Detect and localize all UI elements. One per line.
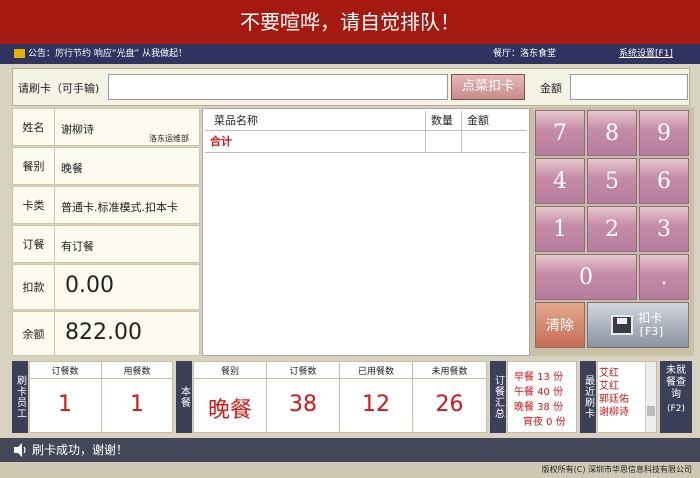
deduct-card-button[interactable]: 扣卡 [F3] (587, 302, 689, 348)
staff-order-head: 订餐数 (51, 367, 79, 377)
copyright-bar: 版权所有(C) 深圳市华思信息科技有限公司 (0, 462, 700, 478)
name-value: 谢柳诗 (61, 123, 94, 136)
unmeal-query-key: (F2) (667, 404, 685, 414)
info-cardtype-row: 卡类 普通卡.标准模式.扣本卡 (12, 186, 200, 224)
order-summary: 早餐 13 份 午餐 40 份 晚餐 38 份 宵夜 0 份 (507, 361, 577, 433)
cardtype-label: 卡类 (13, 187, 55, 223)
list-item: 谢柳诗 (599, 407, 629, 418)
order-deduct-button[interactable]: 点菜扣卡 (451, 74, 525, 100)
staff-order-value: 1 (58, 392, 72, 417)
key-4[interactable]: 4 (535, 158, 585, 204)
unmeal-query-button[interactable]: 未就餐查询 (F2) (660, 361, 692, 433)
amount-input[interactable] (570, 74, 688, 100)
info-name-row: 姓名 谢柳诗 洛东运维部 (12, 108, 200, 146)
key-dot[interactable]: . (639, 254, 689, 300)
amount-label: 金额 (540, 82, 562, 95)
staff-tag: 刷卡员工 (12, 361, 28, 433)
key-0[interactable]: 0 (535, 254, 637, 300)
status-bar: 刷卡成功，谢谢！ (0, 438, 700, 462)
key-2[interactable]: 2 (587, 206, 637, 252)
card-input[interactable] (108, 74, 448, 100)
balance-value: 822.00 (65, 320, 142, 345)
system-settings-link[interactable]: 系统设置[F1] (619, 44, 673, 64)
summary-tag: 订餐汇总 (490, 361, 506, 433)
deduct-card-key: [F3] (638, 325, 665, 338)
unmeal-query-label: 未就餐查询 (666, 365, 686, 400)
notice-bar: 公告：厉行节约 响应“光盘” 从我做起！ 餐厅：洛东食堂 系统设置[F1] (0, 44, 700, 64)
restaurant-label: 餐厅：洛东食堂 (493, 49, 557, 59)
key-6[interactable]: 6 (639, 158, 689, 204)
deduct-value: 0.00 (65, 273, 114, 298)
key-8[interactable]: 8 (587, 110, 637, 156)
balance-label: 余额 (13, 312, 55, 355)
cardtype-value: 普通卡.标准模式.扣本卡 (61, 201, 178, 214)
info-meal-row: 餐别 晚餐 (12, 147, 200, 185)
summary-line: 宵夜 0 份 (523, 417, 566, 428)
thismeal-unused-head: 未用餐数 (431, 367, 468, 377)
scroll-thumb[interactable] (647, 406, 655, 416)
info-balance-row: 余额 822.00 (12, 311, 200, 356)
key-7[interactable]: 7 (535, 110, 585, 156)
thismeal-used-head: 已用餐数 (357, 367, 394, 377)
table-total-row: 合计 (205, 131, 527, 153)
summary-line: 早餐 13 份 (514, 372, 564, 383)
clear-button[interactable]: 清除 (535, 302, 585, 348)
col-dish-name: 菜品名称 (214, 114, 258, 127)
notice-text: 公告：厉行节约 响应“光盘” 从我做起！ (28, 49, 188, 59)
recent-scrollbar[interactable] (645, 362, 656, 432)
meal-value: 晚餐 (61, 162, 83, 175)
thismeal-used-value: 12 (362, 392, 390, 417)
banner-title: 不要喧哗，请自觉排队！ (0, 0, 700, 44)
card-label: 请刷卡（可手输) (18, 82, 100, 95)
deduct-label: 扣款 (13, 265, 55, 309)
status-text: 刷卡成功，谢谢！ (32, 443, 129, 457)
thismeal-order-value: 38 (289, 392, 317, 417)
recent-tag: 最近刷卡 (580, 361, 596, 433)
folder-icon (14, 49, 25, 58)
order-label: 订餐 (13, 226, 55, 262)
info-order-row: 订餐 有订餐 (12, 225, 200, 263)
staff-stats: 订餐数 用餐数 1 1 (29, 361, 173, 433)
col-amount: 金额 (461, 111, 527, 131)
thismeal-unused-value: 26 (435, 392, 464, 417)
key-9[interactable]: 9 (639, 110, 689, 156)
staff-used-head: 用餐数 (123, 367, 151, 377)
meal-label: 餐别 (13, 148, 55, 184)
thismeal-tag: 本餐 (176, 361, 192, 433)
floppy-disk-icon (611, 315, 634, 335)
key-3[interactable]: 3 (639, 206, 689, 252)
thismeal-meal-head: 餐别 (220, 367, 239, 377)
recent-list[interactable]: 艾红 艾红 郭廷佑 谢柳诗 (597, 361, 657, 433)
thismeal-stats: 餐别 订餐数 已用餐数 未用餐数 晚餐 38 12 26 (193, 361, 487, 433)
staff-used-value: 1 (130, 392, 144, 417)
deduct-card-label: 扣卡 (638, 311, 663, 325)
thismeal-order-head: 订餐数 (289, 367, 317, 377)
key-1[interactable]: 1 (535, 206, 585, 252)
key-5[interactable]: 5 (587, 158, 637, 204)
dept-value: 洛东运维部 (149, 134, 189, 143)
items-table-header: 菜品名称 数量 金额 (205, 111, 527, 131)
keypad: 7 8 9 4 5 6 1 2 3 0 . 清除 扣卡 [F3] (530, 107, 694, 356)
thismeal-meal-value: 晚餐 (207, 398, 252, 423)
col-quantity: 数量 (425, 111, 462, 131)
name-label: 姓名 (13, 109, 55, 145)
order-value: 有订餐 (61, 240, 94, 253)
summary-line: 午餐 40 份 (514, 387, 564, 398)
info-deduct-row: 扣款 0.00 (12, 264, 200, 310)
speaker-icon (12, 442, 28, 458)
summary-line: 晚餐 38 份 (514, 402, 564, 413)
total-label: 合计 (210, 135, 232, 148)
copyright-text: 版权所有(C) 深圳市华思信息科技有限公司 (541, 465, 692, 474)
